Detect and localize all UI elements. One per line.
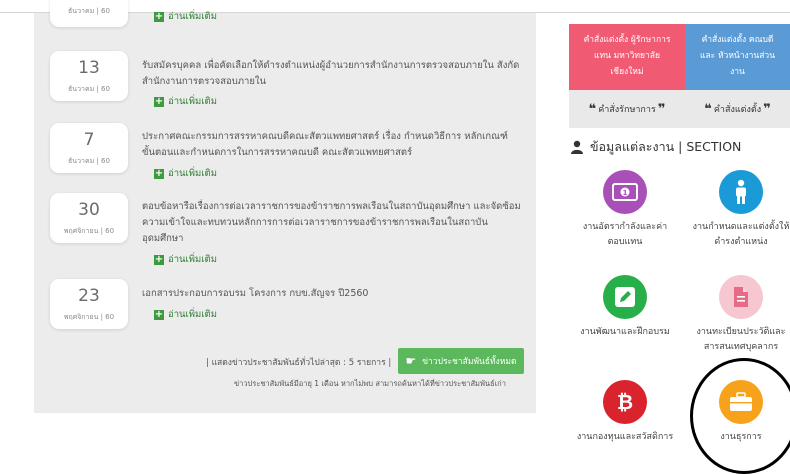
news-panel: ธันวาคม | 60 + อ่านเพิ่มเติม 13 ธันวาคม … xyxy=(34,0,536,413)
tile-label: งานทะเบียนประวัติและสารสนเทศบุคลากร xyxy=(696,327,786,352)
all-news-button[interactable]: ☛ ข่าวประชาสัมพันธ์ทั้งหมด xyxy=(398,348,524,374)
news-date-day: 7 xyxy=(83,130,95,150)
read-more-label: อ่านเพิ่มเติม xyxy=(168,168,217,179)
highlight-circle xyxy=(690,358,790,474)
tile-label: งานกองทุนและสวัสดิการ xyxy=(576,432,674,442)
tile-development-training[interactable]: งานพัฒนาและฝึกอบรม xyxy=(570,275,680,340)
bitcoin-icon: ₿ xyxy=(603,380,647,424)
appointment-order-card-title: คำสั่งแต่งตั้ง คณบดีและ หัวหน้างานส่วนงา… xyxy=(685,24,790,90)
appointment-order-link-label: คำสั่งแต่งตั้ง xyxy=(713,105,762,115)
read-more-link[interactable]: + อ่านเพิ่มเติม xyxy=(154,9,217,24)
tile-label: งานพัฒนาและฝึกอบรม xyxy=(580,327,670,337)
news-headline[interactable]: เอกสารประกอบการอบรม โครงการ กบข.สัญจร ปี… xyxy=(142,286,522,302)
read-more-link[interactable]: + อ่านเพิ่มเติม xyxy=(154,166,217,181)
news-headline[interactable]: ตอบข้อหารือเรื่องการต่อเวลาราชการของข้าร… xyxy=(142,199,522,247)
read-more-label: อ่านเพิ่มเติม xyxy=(168,309,217,320)
tile-label: งานกำหนดและแต่งตั้งให้ดำรงตำแหน่ง xyxy=(692,222,790,247)
news-headline[interactable]: รับสมัครบุคคล เพื่อคัดเลือกให้ดำรงตำแหน่… xyxy=(142,58,522,90)
news-date-month: ธันวาคม | 60 xyxy=(68,85,110,93)
news-date-month: พฤศจิกายน | 60 xyxy=(63,227,115,235)
section-heading: ข้อมูลแต่ละงาน | SECTION xyxy=(570,137,741,157)
acting-order-card-title: คำสั่งแต่งตั้ง ผู้รักษาการแทน มหาวิทยาลั… xyxy=(569,24,685,90)
acting-order-link[interactable]: ❝ คำสั่งรักษาการ ❞ xyxy=(569,90,685,128)
read-more-label: อ่านเพิ่มเติม xyxy=(168,11,217,22)
news-date-card: 23 พฤศจิกายน | 60 xyxy=(50,279,128,329)
read-more-link[interactable]: + อ่านเพิ่มเติม xyxy=(154,94,217,109)
acting-order-link-label: คำสั่งรักษาการ xyxy=(598,105,656,115)
hand-pointer-icon: ☛ xyxy=(405,354,417,368)
quote-open-icon: ❝ xyxy=(704,101,712,117)
plus-icon: + xyxy=(154,253,164,265)
news-age-note: ข่าวประชาสัมพันธ์มีอายุ 1 เดือน หากไม่พบ… xyxy=(234,379,506,388)
news-date-day: 13 xyxy=(78,58,100,78)
document-icon xyxy=(719,275,763,319)
quote-open-icon: ❝ xyxy=(588,101,597,117)
news-date-card: ธันวาคม | 60 xyxy=(50,0,128,27)
tile-fund-welfare[interactable]: ₿ งานกองทุนและสวัสดิการ xyxy=(570,380,680,445)
svg-text:₿: ₿ xyxy=(617,390,633,414)
read-more-link[interactable]: + อ่านเพิ่มเติม xyxy=(154,307,217,322)
section-title: ข้อมูลแต่ละงาน | SECTION xyxy=(590,139,742,154)
news-date-month: ธันวาคม | 60 xyxy=(68,7,110,15)
user-icon xyxy=(571,140,583,154)
appointment-order-title: คำสั่งแต่งตั้ง คณบดีและ หัวหน้างานส่วนงา… xyxy=(699,35,776,77)
news-date-card: 7 ธันวาคม | 60 xyxy=(50,123,128,173)
money-icon: 1 xyxy=(603,170,647,214)
read-more-link[interactable]: + อ่านเพิ่มเติม xyxy=(154,252,217,267)
news-date-day: 23 xyxy=(78,286,100,306)
appointment-order-card[interactable]: คำสั่งแต่งตั้ง คณบดีและ หัวหน้างานส่วนงา… xyxy=(685,24,790,129)
news-date-month: พฤศจิกายน | 60 xyxy=(63,313,115,321)
plus-icon: + xyxy=(154,167,164,179)
person-icon xyxy=(719,170,763,214)
plus-icon: + xyxy=(154,10,164,22)
acting-order-title: คำสั่งแต่งตั้ง ผู้รักษาการแทน มหาวิทยาลั… xyxy=(583,35,671,77)
read-more-label: อ่านเพิ่มเติม xyxy=(168,254,217,265)
edit-icon xyxy=(603,275,647,319)
news-date-card: 13 ธันวาคม | 60 xyxy=(50,51,128,101)
news-headline[interactable]: ประกาศคณะกรรมการสรรหาคณบดีคณะสัตวแพทยศาส… xyxy=(142,129,522,161)
plus-icon: + xyxy=(154,95,164,107)
tile-label: งานอัตรากำลังและค่าตอบแทน xyxy=(582,222,668,247)
read-more-label: อ่านเพิ่มเติม xyxy=(168,96,217,107)
news-date-month: ธันวาคม | 60 xyxy=(68,157,110,165)
quote-close-icon: ❞ xyxy=(763,101,771,117)
appointment-order-link[interactable]: ❝ คำสั่งแต่งตั้ง ❞ xyxy=(685,90,790,128)
svg-text:1: 1 xyxy=(623,189,628,197)
all-news-button-label: ข่าวประชาสัมพันธ์ทั้งหมด xyxy=(422,357,517,367)
news-date-card: 30 พฤศจิกายน | 60 xyxy=(50,193,128,243)
tile-rate-and-compensation[interactable]: 1 งานอัตรากำลังและค่าตอบแทน xyxy=(570,170,680,250)
news-summary: | แสดงข่าวประชาสัมพันธ์ทั่วไปล่าสุด : 5 … xyxy=(206,358,392,368)
tile-position-appointment[interactable]: งานกำหนดและแต่งตั้งให้ดำรงตำแหน่ง xyxy=(686,170,790,250)
news-date-day: 30 xyxy=(78,200,100,220)
quote-close-icon: ❞ xyxy=(657,101,666,117)
tile-personnel-records[interactable]: งานทะเบียนประวัติและสารสนเทศบุคลากร xyxy=(686,275,790,355)
plus-icon: + xyxy=(154,308,164,320)
acting-order-card[interactable]: คำสั่งแต่งตั้ง ผู้รักษาการแทน มหาวิทยาลั… xyxy=(569,24,685,129)
